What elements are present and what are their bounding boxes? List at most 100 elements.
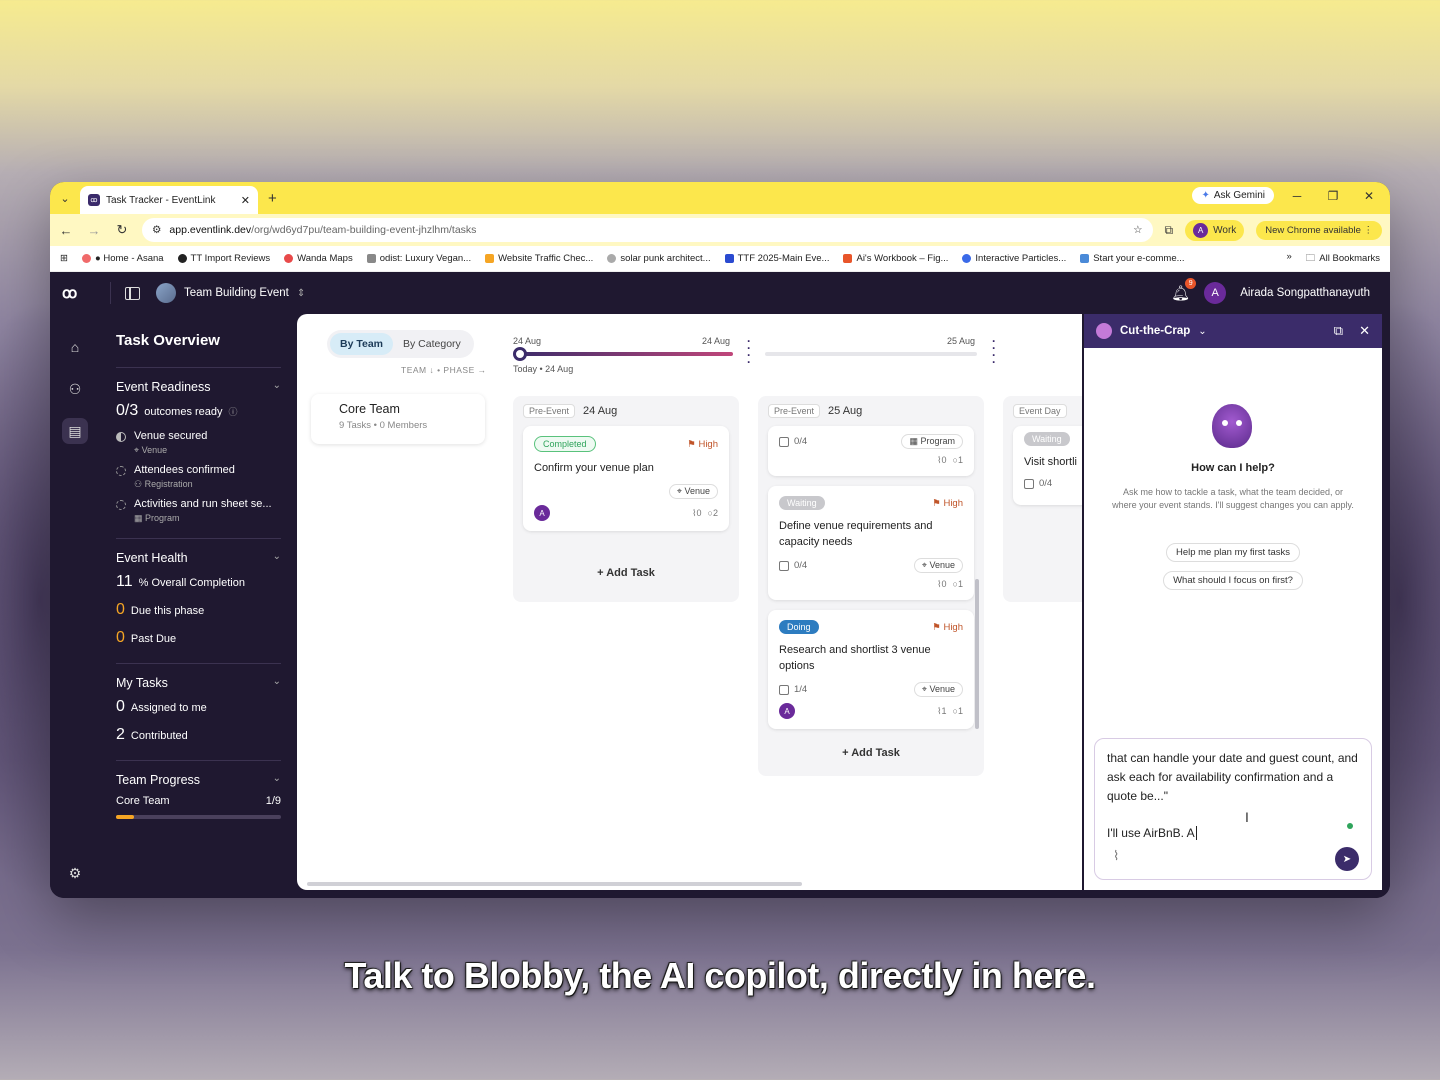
team-row-card[interactable]: Core Team 9 Tasks • 0 Members [311, 394, 485, 444]
timeline-today-marker[interactable] [513, 347, 527, 361]
section-heading: Event Health [116, 551, 188, 565]
user-name[interactable]: Airada Songpatthanayuth [1240, 287, 1370, 299]
status-badge[interactable]: Completed [534, 436, 596, 452]
bookmark-item[interactable]: Website Traffic Chec... [485, 253, 593, 264]
team-phase-legend: TEAM ↓ • PHASE → [401, 365, 487, 375]
assignee-avatar[interactable]: A [779, 703, 795, 719]
bookmark-item[interactable]: TT Import Reviews [177, 253, 270, 264]
section-heading: Team Progress [116, 773, 201, 787]
project-name: Team Building Event [184, 287, 289, 299]
eventlink-logo-icon[interactable]: ꝏ [62, 284, 88, 302]
toggle-sidebar-icon[interactable] [125, 286, 140, 300]
new-chrome-label: New Chrome available [1265, 224, 1361, 236]
site-info-icon[interactable]: ⚙ [152, 224, 161, 236]
my-tasks-header[interactable]: My Tasks ⌄ [116, 676, 281, 690]
new-chat-icon[interactable]: ⧉ [1334, 323, 1343, 339]
task-card[interactable]: 0/4 ▦ Program ⌇0 ○1 [768, 426, 974, 476]
close-tab-icon[interactable]: ✕ [241, 194, 250, 207]
event-health-header[interactable]: Event Health ⌄ [116, 551, 281, 565]
phase-divider-handle[interactable]: · · · · [991, 335, 997, 368]
my-tasks-section: My Tasks ⌄ 0 Assigned to me 2 Contributed [116, 663, 281, 760]
outcome-item[interactable]: Attendees confirmed ⚇ Registration [116, 464, 281, 490]
notifications-bell-icon[interactable]: 🔔︎ 9 [1171, 278, 1197, 302]
task-card[interactable]: Waiting Visit shortli 0/4 [1013, 426, 1082, 505]
chat-input[interactable]: that can handle your date and guest coun… [1094, 738, 1372, 880]
chat-title[interactable]: Cut-the-Crap [1120, 325, 1190, 337]
team-progress-header[interactable]: Team Progress ⌄ [116, 773, 281, 787]
task-card[interactable]: Completed ⚑ High Confirm your venue plan … [523, 426, 729, 531]
info-icon[interactable]: ⓘ [229, 405, 238, 418]
status-badge[interactable]: Doing [779, 620, 819, 634]
all-bookmarks-button[interactable]: 🗀 All Bookmarks [1306, 251, 1380, 267]
minimize-icon[interactable]: ─ [1284, 189, 1310, 203]
team-row-meta: 9 Tasks • 0 Members [339, 420, 428, 431]
extensions-icon[interactable]: ⧉ [1165, 223, 1174, 238]
team-icon[interactable]: ⚇ [62, 376, 88, 402]
profile-button[interactable]: A Work [1185, 219, 1245, 241]
home-icon[interactable]: ⌂ [62, 334, 88, 360]
restore-icon[interactable]: ❐ [1320, 189, 1346, 203]
bookmark-star-icon[interactable]: ☆ [1133, 224, 1142, 236]
task-board: By Team By Category TEAM ↓ • PHASE → 24 … [297, 314, 1082, 890]
browser-tab[interactable]: ꝏ Task Tracker - EventLink ✕ [80, 186, 258, 214]
reload-icon[interactable]: ↻ [114, 222, 130, 238]
tab-search-icon[interactable]: ⌄ [50, 192, 80, 205]
event-readiness-header[interactable]: Event Readiness ⌄ [116, 380, 281, 394]
checklist-count: 0/4 [794, 436, 808, 447]
bookmark-item[interactable]: Wanda Maps [284, 253, 353, 264]
comment-count: 1 [957, 579, 963, 589]
bookmark-item[interactable]: TTF 2025-Main Eve... [724, 253, 830, 264]
suggestion-chip[interactable]: What should I focus on first? [1163, 571, 1303, 590]
bookmark-item[interactable]: odist: Luxury Vegan... [366, 253, 471, 264]
flag-icon: ⚑ [687, 438, 696, 450]
video-caption: Talk to Blobby, the AI copilot, directly… [344, 955, 1096, 996]
bookmark-label: TTF 2025-Main Eve... [737, 253, 830, 264]
attach-paperclip-icon[interactable]: ⌇ [1113, 846, 1119, 865]
user-avatar[interactable]: A [1204, 282, 1227, 304]
tasks-clipboard-icon[interactable]: ▤ [62, 418, 88, 444]
checklist-icon [779, 560, 789, 571]
chevron-down-icon[interactable]: ⌄ [1198, 326, 1206, 337]
outcome-item[interactable]: Activities and run sheet se... ▦ Program [116, 498, 281, 524]
apps-grid-icon[interactable]: ⊞ [60, 253, 68, 264]
board-horizontal-scrollbar[interactable] [307, 882, 802, 886]
by-category-tab[interactable]: By Category [393, 333, 471, 355]
close-window-icon[interactable]: ✕ [1356, 189, 1382, 203]
add-task-button[interactable]: + Add Task [758, 739, 984, 767]
by-team-tab[interactable]: By Team [330, 333, 393, 355]
assignee-avatar[interactable]: A [534, 505, 550, 521]
phase-divider-handle[interactable]: · · · · [746, 335, 752, 368]
blobby-mascot-icon [1212, 404, 1252, 448]
send-button[interactable]: ➤ [1335, 847, 1359, 871]
omnibox[interactable]: ⚙ app.eventlink.dev/org/wd6yd7pu/team-bu… [142, 218, 1153, 242]
forward-icon[interactable]: → [86, 223, 102, 238]
bookmark-label: Start your e-comme... [1093, 253, 1185, 264]
add-task-button[interactable]: + Add Task [513, 559, 739, 587]
project-switcher[interactable]: Team Building Event ⇕ [156, 283, 305, 303]
bookmark-item[interactable]: solar punk architect... [607, 253, 711, 264]
new-tab-button[interactable]: + [268, 190, 277, 207]
app-header: ꝏ Team Building Event ⇕ 🔔︎ 9 A Airada Son… [50, 272, 1390, 314]
bookmark-item[interactable]: ● Home - Asana [81, 253, 164, 264]
outcome-title: Activities and run sheet se... [134, 498, 272, 510]
past-due-value: 0 [116, 629, 125, 646]
timeline-next-date: 25 Aug [947, 336, 976, 346]
suggestion-chip[interactable]: Help me plan my first tasks [1165, 543, 1301, 562]
column-date: 24 Aug [583, 405, 618, 417]
ask-gemini-button[interactable]: ✦ Ask Gemini [1192, 187, 1274, 204]
bookmark-item[interactable]: Ai's Workbook – Fig... [843, 253, 948, 264]
settings-gear-icon[interactable]: ⚙ [62, 860, 88, 886]
more-bookmarks-icon[interactable]: » [1286, 251, 1291, 267]
task-card[interactable]: Waiting ⚑ High Define venue requirements … [768, 486, 974, 600]
back-icon[interactable]: ← [58, 223, 74, 238]
task-card[interactable]: Doing ⚑ High Research and shortlist 3 ven… [768, 610, 974, 729]
bookmark-item[interactable]: Start your e-comme... [1080, 253, 1185, 264]
column-scrollbar[interactable] [975, 579, 979, 729]
new-chrome-button[interactable]: New Chrome available ⋮ [1256, 220, 1382, 240]
status-badge[interactable]: Waiting [1024, 432, 1070, 446]
close-icon[interactable]: ✕ [1359, 323, 1370, 339]
outcome-item[interactable]: Venue secured ⌖ Venue [116, 430, 281, 456]
bookmark-item[interactable]: Interactive Particles... [962, 253, 1066, 264]
calendar-icon: ▦ [909, 436, 918, 446]
status-badge[interactable]: Waiting [779, 496, 825, 510]
